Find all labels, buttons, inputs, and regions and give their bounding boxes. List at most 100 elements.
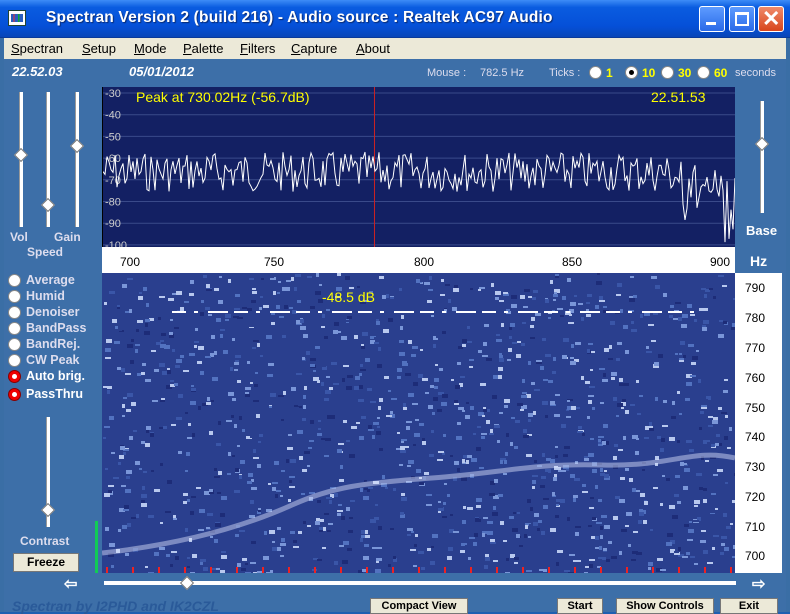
noise-speck [286, 459, 289, 463]
window-title: Spectran Version 2 (build 216) - Audio s… [46, 9, 553, 26]
noise-speck [514, 446, 518, 449]
noise-speck [519, 545, 523, 547]
noise-speck [503, 532, 507, 534]
noise-speck [312, 386, 318, 388]
radio-icon[interactable] [8, 322, 21, 335]
right-arrow-icon[interactable]: ⇨ [752, 574, 765, 594]
noise-speck [672, 335, 676, 339]
noise-speck [241, 568, 246, 571]
noise-speck [266, 572, 270, 573]
noise-speck [511, 295, 517, 299]
vol-slider-thumb[interactable] [13, 147, 29, 163]
noise-speck [669, 437, 675, 441]
noise-speck [252, 288, 256, 290]
base-slider-thumb[interactable] [754, 136, 770, 152]
noise-speck [300, 326, 306, 330]
freeze-button[interactable]: Freeze [13, 553, 79, 572]
noise-speck [223, 350, 228, 354]
vol-label: Vol [10, 230, 28, 244]
noise-speck [327, 415, 331, 419]
spectrum-display[interactable]: -30 -40 -50 -60 -70 -80 -90 -100 Peak at 730.02… [102, 87, 735, 247]
noise-speck [210, 536, 213, 538]
radio-active-icon[interactable] [8, 388, 21, 401]
waterfall-display[interactable]: -48.5 dB [102, 273, 735, 573]
option-label: PassThru [26, 387, 83, 401]
menu-palette[interactable]: Palette [183, 41, 223, 56]
gain-slider-thumb[interactable] [69, 138, 85, 154]
minimize-button[interactable] [699, 6, 725, 32]
noise-speck [463, 506, 466, 509]
noise-speck [707, 431, 710, 435]
radio-icon[interactable] [8, 290, 21, 303]
noise-speck [119, 455, 124, 459]
noise-speck [190, 401, 196, 405]
base-slider[interactable] [760, 101, 764, 213]
noise-speck [247, 481, 252, 484]
radio-icon[interactable] [8, 274, 21, 287]
noise-speck [637, 413, 641, 415]
noise-speck [105, 348, 111, 352]
noise-speck [486, 414, 492, 416]
radio-active-icon[interactable] [8, 370, 21, 383]
noise-speck [148, 572, 154, 573]
radio-icon[interactable] [8, 354, 21, 367]
noise-speck [163, 426, 167, 429]
noise-speck [294, 407, 299, 409]
noise-speck [234, 540, 240, 542]
noise-speck [303, 405, 306, 409]
noise-speck [137, 320, 143, 323]
noise-speck [383, 329, 389, 333]
noise-speck [310, 306, 315, 309]
gain-slider[interactable] [75, 92, 79, 227]
radio-icon[interactable] [8, 306, 21, 319]
noise-speck [321, 438, 327, 440]
noise-speck [412, 346, 418, 349]
title-bar[interactable]: Spectran Version 2 (build 216) - Audio s… [0, 0, 790, 38]
contrast-slider-thumb[interactable] [40, 502, 56, 518]
speed-slider-thumb[interactable] [40, 197, 56, 213]
noise-speck [270, 570, 273, 573]
noise-speck [443, 502, 446, 505]
noise-speck [712, 483, 717, 485]
radio-icon[interactable] [661, 66, 674, 79]
menu-about[interactable]: About [356, 41, 390, 56]
radio-icon[interactable] [697, 66, 710, 79]
noise-speck [471, 458, 477, 462]
bottom-slider-thumb[interactable] [179, 575, 195, 591]
noise-speck [191, 496, 196, 498]
noise-speck [126, 476, 130, 479]
noise-speck [522, 392, 527, 394]
noise-speck [160, 344, 166, 348]
radio-icon[interactable] [589, 66, 602, 79]
noise-speck [533, 522, 538, 526]
left-arrow-icon[interactable]: ⇦ [64, 574, 77, 594]
noise-speck [515, 420, 520, 423]
menu-mode[interactable]: Mode [134, 41, 167, 56]
noise-speck [473, 542, 477, 546]
noise-speck [617, 531, 620, 534]
y-tick: 720 [745, 490, 766, 504]
maximize-button[interactable] [729, 6, 755, 32]
menu-filters[interactable]: Filters [240, 41, 275, 56]
menu-setup[interactable]: Setup [82, 41, 116, 56]
radio-selected-icon[interactable] [625, 66, 638, 79]
noise-speck [425, 511, 430, 513]
noise-speck [302, 539, 308, 542]
noise-speck [644, 501, 648, 505]
noise-speck [679, 413, 682, 415]
noise-speck [585, 381, 590, 384]
noise-speck [571, 344, 574, 348]
noise-speck [443, 434, 446, 437]
noise-speck [586, 302, 590, 304]
menu-spectran[interactable]: Spectran [11, 41, 63, 56]
noise-speck [303, 334, 308, 338]
noise-speck [516, 354, 521, 358]
noise-speck [143, 471, 147, 473]
close-button[interactable]: ✕ [758, 6, 784, 32]
noise-speck [588, 343, 593, 345]
noise-speck [228, 279, 231, 283]
radio-icon[interactable] [8, 338, 21, 351]
menu-capture[interactable]: Capture [291, 41, 337, 56]
noise-speck [543, 498, 549, 500]
bottom-slider[interactable] [104, 581, 736, 585]
